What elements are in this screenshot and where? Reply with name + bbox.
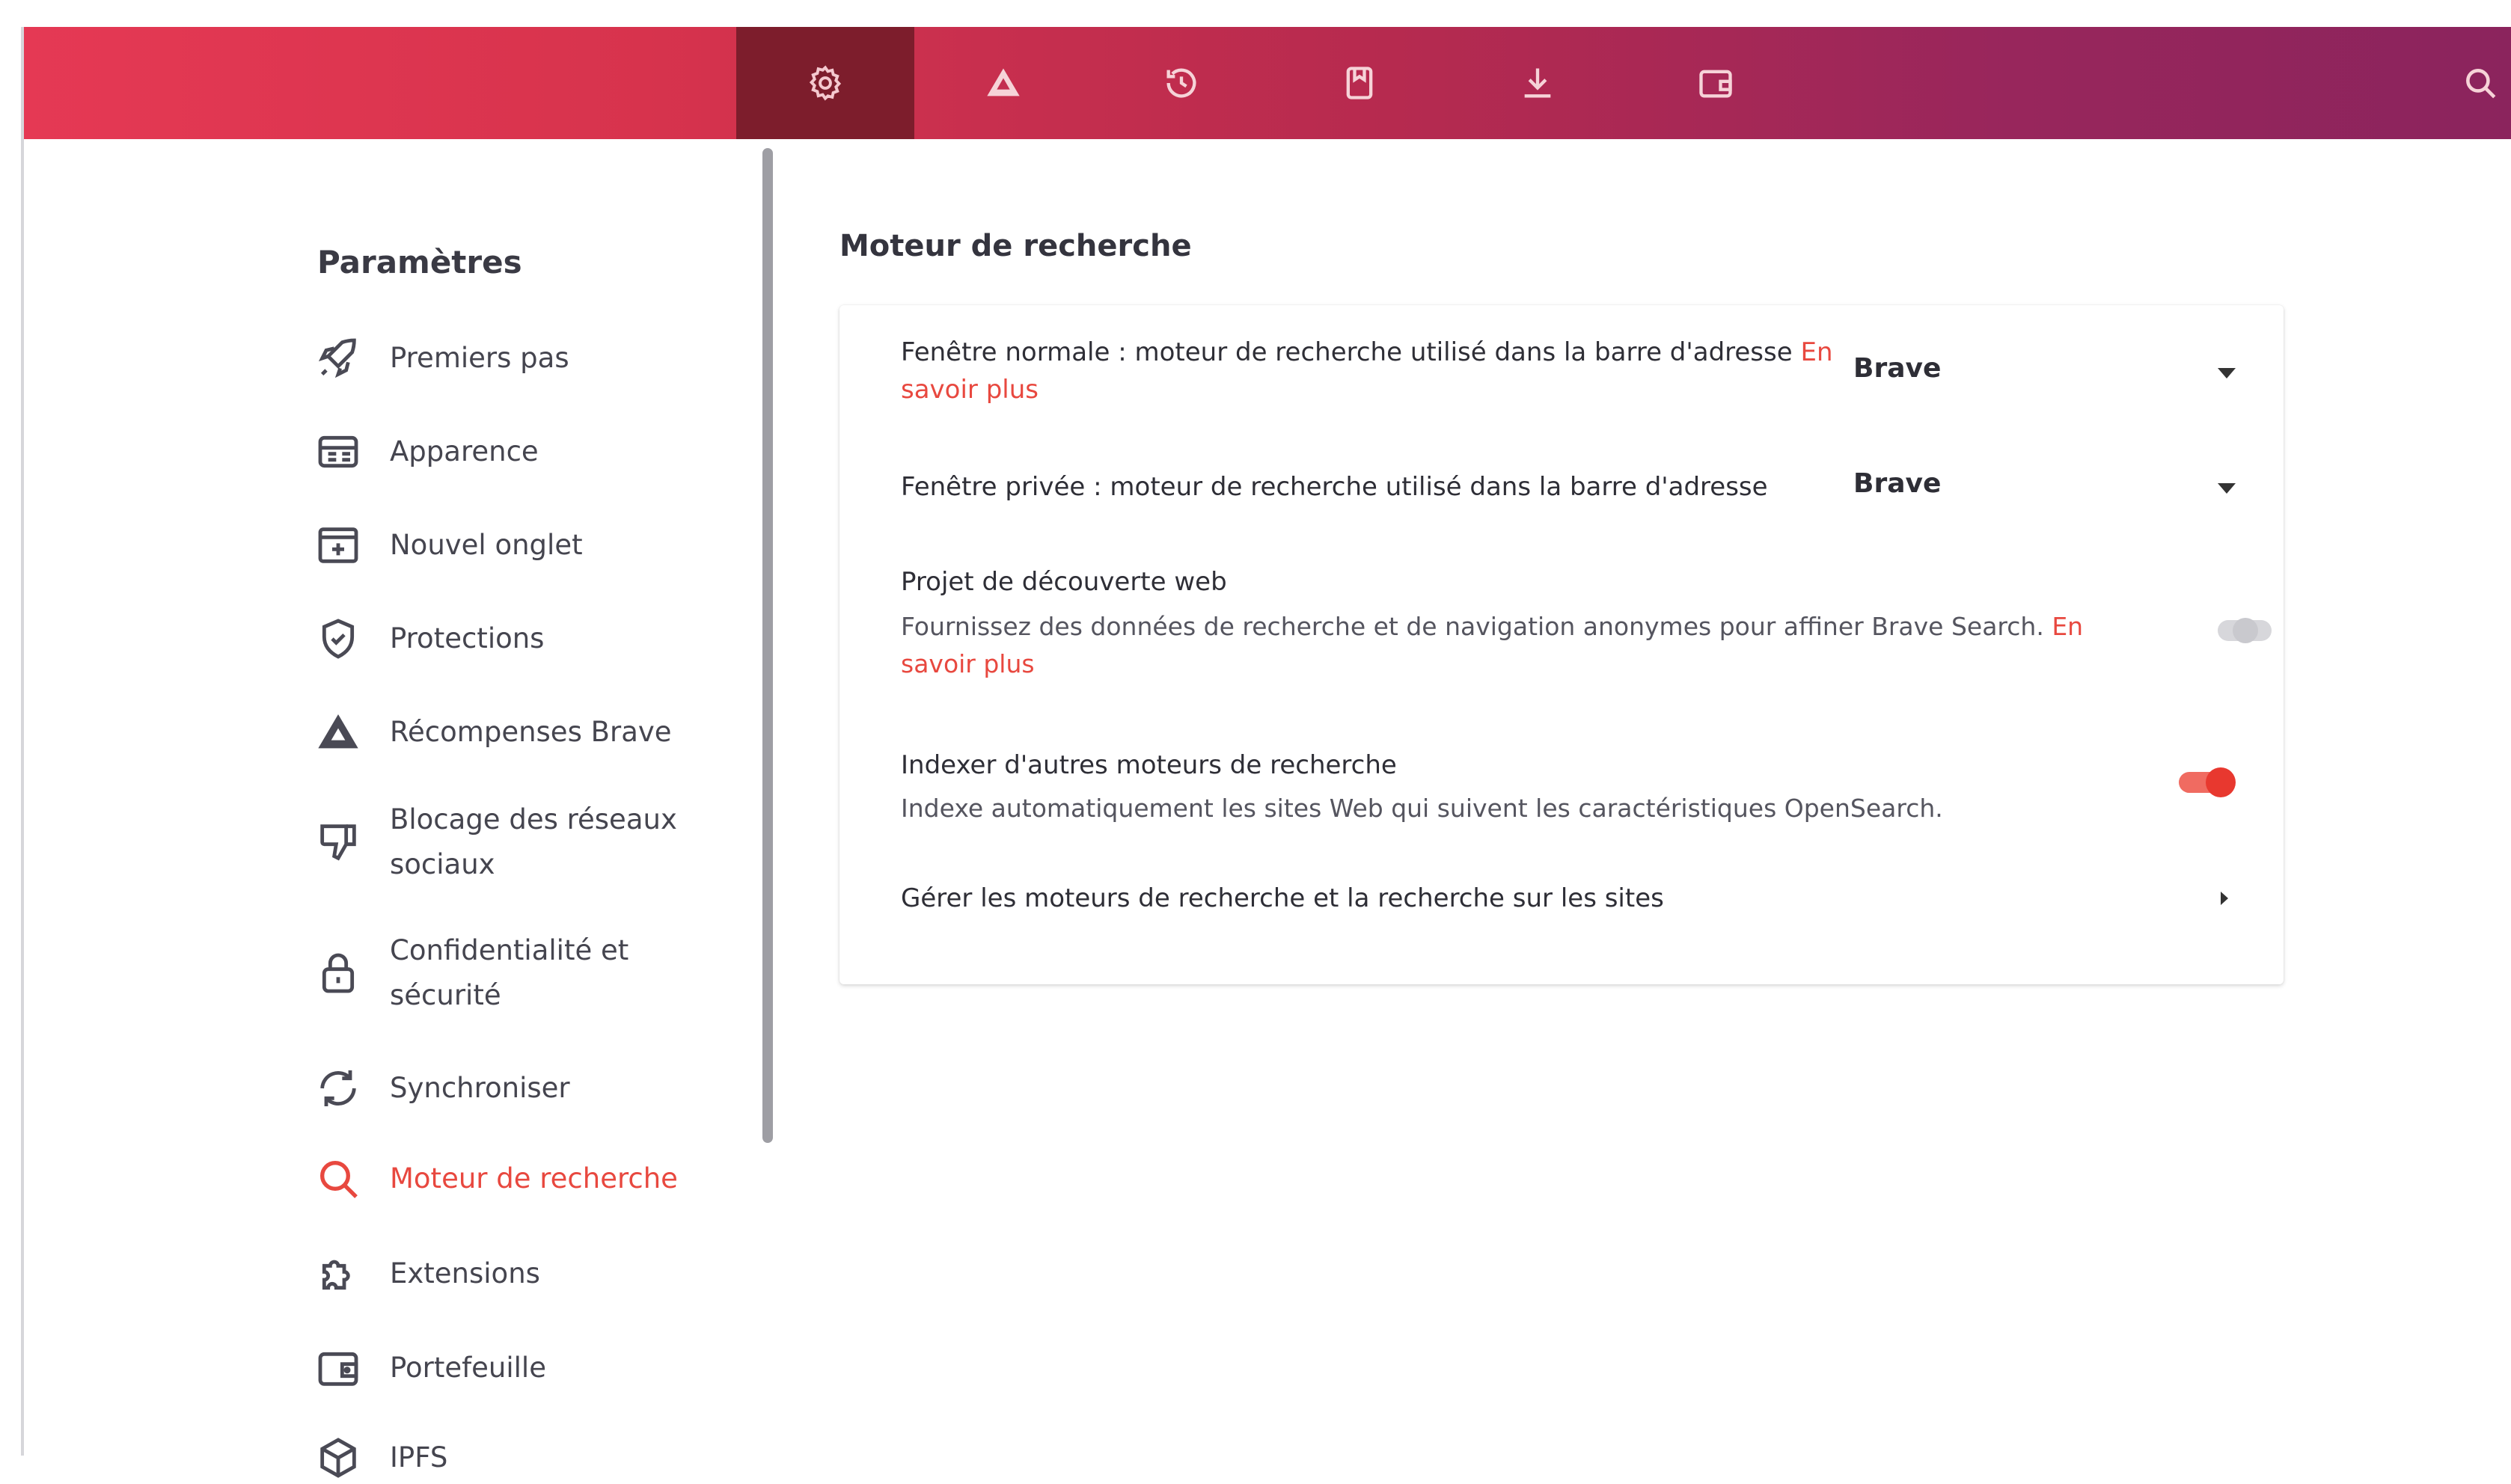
normal-window-engine-value: Brave xyxy=(1853,353,1942,384)
sidebar-item-ipfs[interactable]: IPFS xyxy=(312,1432,761,1484)
tab-settings[interactable] xyxy=(736,27,914,139)
sidebar-item-label: IPFS xyxy=(390,1441,448,1474)
sidebar-item-label: Récompenses Brave xyxy=(390,716,672,748)
sidebar-item-label: Portefeuille xyxy=(390,1352,546,1384)
manage-search-engines-row[interactable]: Gérer les moteurs de recherche et la rec… xyxy=(839,875,2284,935)
wallet-icon xyxy=(1699,70,1732,98)
sidebar-item-search-engine[interactable]: Moteur de recherche xyxy=(312,1153,761,1205)
page-title: Moteur de recherche xyxy=(839,229,1192,263)
manage-search-engines-label: Gérer les moteurs de recherche et la rec… xyxy=(901,883,1664,913)
top-tabs xyxy=(736,27,1805,139)
sidebar-item-privacy-security[interactable]: Confidentialité et sécurité xyxy=(312,928,761,1018)
index-engines-description: Indexe automatiquement les sites Web qui… xyxy=(901,794,1943,823)
rocket-icon xyxy=(312,332,364,384)
chevron-right-icon xyxy=(2221,892,2228,905)
puzzle-icon xyxy=(312,1248,364,1300)
sidebar-item-sync[interactable]: Synchroniser xyxy=(312,1062,761,1114)
sidebar-title: Paramètres xyxy=(317,244,522,280)
tab-downloads[interactable] xyxy=(1449,27,1627,139)
shield-icon xyxy=(312,613,364,665)
top-search-button[interactable] xyxy=(2457,60,2504,106)
wallet-icon xyxy=(312,1342,364,1394)
sidebar-item-new-tab[interactable]: Nouvel onglet xyxy=(312,519,761,571)
sidebar-scrollbar[interactable] xyxy=(762,148,773,1143)
index-engines-label: Indexer d'autres moteurs de recherche xyxy=(901,750,1397,780)
search-icon xyxy=(2466,69,2496,99)
private-window-engine-value: Brave xyxy=(1853,468,1942,499)
history-icon xyxy=(1166,68,1196,98)
search-icon xyxy=(312,1153,364,1205)
sidebar-item-protections[interactable]: Protections xyxy=(312,613,761,665)
sidebar-item-label: Confidentialité et sécurité xyxy=(390,934,629,1011)
sidebar-item-label: Premiers pas xyxy=(390,342,569,374)
sidebar-item-getting-started[interactable]: Premiers pas xyxy=(312,332,761,384)
lock-icon xyxy=(312,947,364,999)
sidebar-item-label: Moteur de recherche xyxy=(390,1162,678,1195)
sidebar-item-label: Synchroniser xyxy=(390,1072,570,1104)
settings-sidebar: Paramètres Premiers pas Apparence Nouvel… xyxy=(24,139,765,1478)
chevron-down-icon xyxy=(2218,483,2236,494)
download-icon xyxy=(1524,68,1551,98)
thumbs-down-icon xyxy=(312,816,364,868)
sidebar-item-extensions[interactable]: Extensions xyxy=(312,1248,761,1300)
settings-icon xyxy=(809,65,842,101)
sidebar-item-label: Nouvel onglet xyxy=(390,529,583,561)
top-navigation-bar xyxy=(24,27,2511,139)
browser-window: Paramètres Premiers pas Apparence Nouvel… xyxy=(21,27,2511,1478)
new-tab-icon xyxy=(312,519,364,571)
sidebar-item-label: Extensions xyxy=(390,1257,540,1290)
private-window-label: Fenêtre privée : moteur de recherche uti… xyxy=(901,472,1768,502)
appearance-icon xyxy=(312,426,364,478)
chevron-down-icon xyxy=(2218,368,2236,378)
sidebar-item-label: Apparence xyxy=(390,435,539,467)
tab-bookmarks[interactable] xyxy=(1270,27,1449,139)
web-discovery-label: Projet de découverte web xyxy=(901,567,1227,597)
sidebar-item-label: Blocage des réseaux sociaux xyxy=(390,803,677,880)
rewards-triangle-icon xyxy=(312,706,364,758)
rewards-triangle-icon xyxy=(987,68,1020,96)
tab-history[interactable] xyxy=(1092,27,1270,139)
sidebar-item-appearance[interactable]: Apparence xyxy=(312,426,761,478)
bookmarks-icon xyxy=(1346,67,1373,99)
sidebar-item-rewards[interactable]: Récompenses Brave xyxy=(312,706,761,758)
sidebar-item-social-blocking[interactable]: Blocage des réseaux sociaux xyxy=(312,797,761,887)
normal-window-label: Fenêtre normale : moteur de recherche ut… xyxy=(901,337,1793,367)
sync-icon xyxy=(312,1062,364,1114)
sidebar-item-label: Protections xyxy=(390,622,545,654)
cube-icon xyxy=(312,1432,364,1484)
sidebar-item-wallet[interactable]: Portefeuille xyxy=(312,1342,761,1394)
search-engine-settings-card: Fenêtre normale : moteur de recherche ut… xyxy=(839,305,2284,984)
tab-wallet[interactable] xyxy=(1627,27,1805,139)
tab-rewards[interactable] xyxy=(914,27,1092,139)
web-discovery-description: Fournissez des données de recherche et d… xyxy=(901,612,2044,641)
